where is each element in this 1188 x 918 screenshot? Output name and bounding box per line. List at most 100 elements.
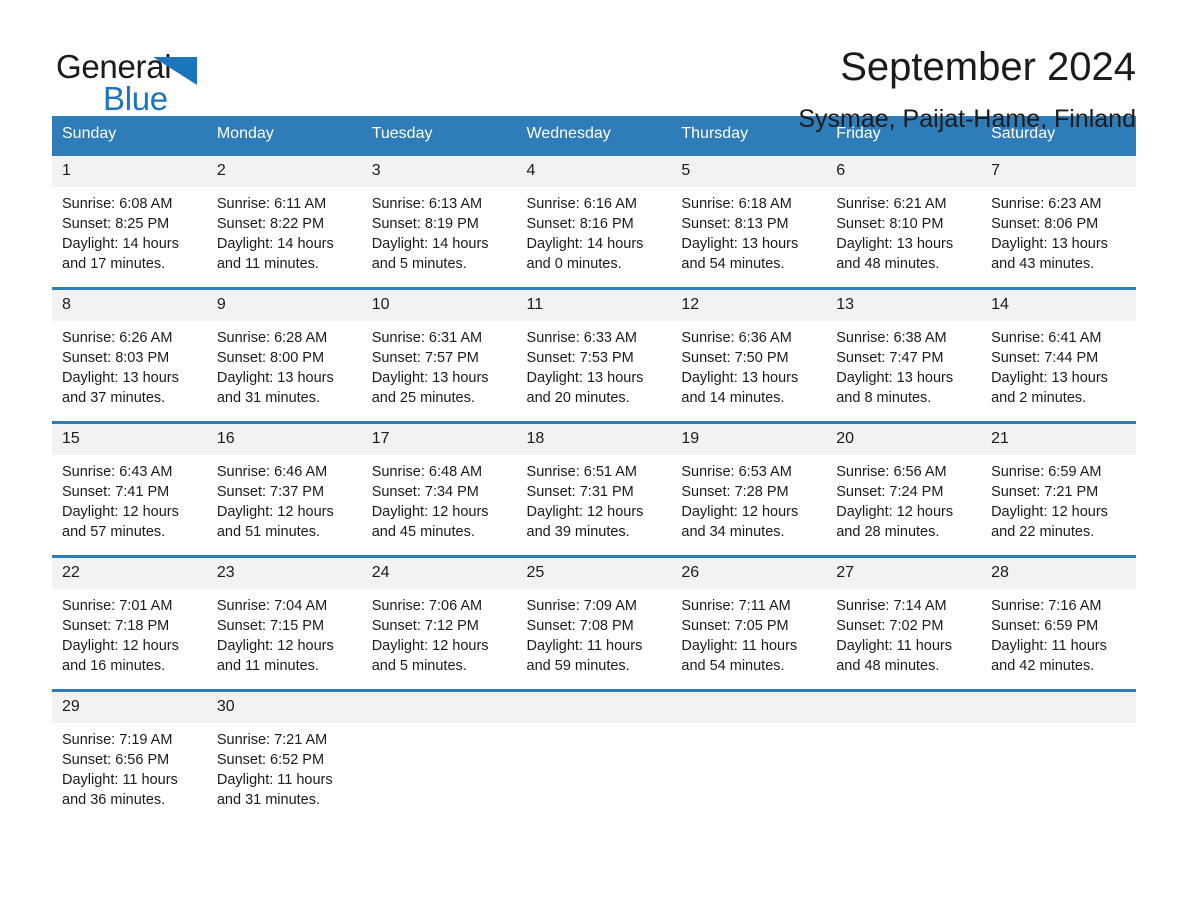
calendar-day-cell[interactable]: 8 Sunrise: 6:26 AM Sunset: 8:03 PM Daylight…	[52, 287, 207, 423]
day-number	[516, 692, 672, 723]
calendar-day-cell[interactable]: 9 Sunrise: 6:28 AM Sunset: 8:00 PM Daylight…	[206, 287, 362, 423]
day-number: 25	[516, 558, 672, 589]
calendar-day-cell[interactable]: 22 Sunrise: 7:01 AM Sunset: 7:18 PM Dayligh…	[52, 555, 207, 691]
brand-logo[interactable]: General Blue	[56, 44, 216, 120]
daylight-text-line2: and 39 minutes.	[526, 524, 630, 540]
day-number: 9	[206, 290, 362, 321]
day-number: 14	[981, 290, 1136, 321]
calendar-day-cell[interactable]: 24 Sunrise: 7:06 AM Sunset: 7:12 PM Dayligh…	[361, 555, 517, 691]
daylight-text-line1: Daylight: 13 hours	[526, 370, 644, 386]
calendar-day-cell[interactable]: 11 Sunrise: 6:33 AM Sunset: 7:53 PM Dayligh…	[516, 287, 672, 423]
sunrise-text: Sunrise: 7:19 AM	[62, 732, 173, 748]
daylight-text-line1: Daylight: 12 hours	[371, 504, 489, 520]
day-details: Sunrise: 6:26 AM Sunset: 8:03 PM Daylight:…	[52, 321, 207, 408]
sunset-text: Sunset: 7:53 PM	[526, 350, 634, 366]
daylight-text-line1: Daylight: 13 hours	[991, 236, 1108, 252]
calendar-day-cell-empty	[671, 689, 827, 823]
calendar-day-cell[interactable]: 14 Sunrise: 6:41 AM Sunset: 7:44 PM Dayligh…	[981, 287, 1136, 423]
sunrise-text: Sunrise: 6:43 AM	[62, 464, 173, 480]
calendar-day-cell[interactable]: 3 Sunrise: 6:13 AM Sunset: 8:19 PM Daylight…	[361, 153, 517, 289]
calendar-day-cell[interactable]: 15 Sunrise: 6:43 AM Sunset: 7:41 PM Dayligh…	[52, 421, 207, 557]
daylight-text-line2: and 48 minutes.	[836, 658, 940, 674]
daylight-text-line2: and 11 minutes.	[216, 658, 319, 674]
day-number: 15	[52, 424, 207, 455]
calendar-day-cell[interactable]: 12 Sunrise: 6:36 AM Sunset: 7:50 PM Dayligh…	[671, 287, 827, 423]
daylight-text-line1: Daylight: 11 hours	[216, 772, 333, 788]
calendar-day-cell[interactable]: 17 Sunrise: 6:48 AM Sunset: 7:34 PM Dayligh…	[361, 421, 517, 557]
sunrise-text: Sunrise: 6:23 AM	[991, 196, 1102, 212]
day-number: 19	[671, 424, 827, 455]
sunrise-text: Sunrise: 7:14 AM	[836, 598, 947, 614]
sunrise-text: Sunrise: 6:48 AM	[371, 464, 483, 480]
sunrise-text: Sunrise: 7:21 AM	[216, 732, 328, 748]
daylight-text-line2: and 5 minutes.	[371, 658, 467, 674]
daylight-text-line1: Daylight: 12 hours	[681, 504, 799, 520]
calendar-day-cell[interactable]: 16 Sunrise: 6:46 AM Sunset: 7:37 PM Dayligh…	[206, 421, 362, 557]
daylight-text-line1: Daylight: 13 hours	[836, 236, 954, 252]
daylight-text-line1: Daylight: 14 hours	[62, 236, 179, 252]
calendar-day-cell[interactable]: 1 Sunrise: 6:08 AM Sunset: 8:25 PM Daylight…	[52, 153, 207, 289]
calendar-day-cell[interactable]: 18 Sunrise: 6:51 AM Sunset: 7:31 PM Dayligh…	[516, 421, 672, 557]
calendar-day-cell[interactable]: 6 Sunrise: 6:21 AM Sunset: 8:10 PM Daylight…	[826, 153, 982, 289]
calendar-day-cell[interactable]: 13 Sunrise: 6:38 AM Sunset: 7:47 PM Dayligh…	[826, 287, 982, 423]
daylight-text-line2: and 28 minutes.	[836, 524, 940, 540]
daylight-text-line1: Daylight: 14 hours	[216, 236, 334, 252]
calendar-day-cell[interactable]: 26 Sunrise: 7:11 AM Sunset: 7:05 PM Dayligh…	[671, 555, 827, 691]
daylight-text-line1: Daylight: 11 hours	[836, 638, 953, 654]
sunset-text: Sunset: 7:28 PM	[681, 484, 789, 500]
sunset-text: Sunset: 8:10 PM	[836, 216, 944, 232]
day-number	[361, 692, 517, 723]
sunrise-text: Sunrise: 6:28 AM	[216, 330, 328, 346]
day-number: 6	[826, 156, 982, 187]
calendar-day-cell[interactable]: 19 Sunrise: 6:53 AM Sunset: 7:28 PM Dayligh…	[671, 421, 827, 557]
calendar-day-cell[interactable]: 2 Sunrise: 6:11 AM Sunset: 8:22 PM Daylight…	[206, 153, 362, 289]
daylight-text-line1: Daylight: 13 hours	[371, 370, 489, 386]
daylight-text-line1: Daylight: 13 hours	[681, 236, 799, 252]
sunset-text: Sunset: 7:12 PM	[371, 618, 479, 634]
sunrise-text: Sunrise: 7:01 AM	[62, 598, 173, 614]
daylight-text-line2: and 36 minutes.	[62, 792, 166, 808]
daylight-text-line2: and 51 minutes.	[216, 524, 321, 540]
calendar-day-cell[interactable]: 5 Sunrise: 6:18 AM Sunset: 8:13 PM Daylight…	[671, 153, 827, 289]
calendar-day-cell[interactable]: 29 Sunrise: 7:19 AM Sunset: 6:56 PM Dayligh…	[52, 689, 207, 823]
calendar-day-cell[interactable]: 30 Sunrise: 7:21 AM Sunset: 6:52 PM Dayligh…	[206, 689, 362, 823]
day-number: 1	[52, 156, 207, 187]
day-number: 28	[981, 558, 1136, 589]
day-details: Sunrise: 7:21 AM Sunset: 6:52 PM Daylight:…	[207, 723, 362, 810]
day-details: Sunrise: 6:53 AM Sunset: 7:28 PM Daylight:…	[671, 455, 826, 542]
daylight-text-line2: and 48 minutes.	[836, 256, 940, 272]
calendar-day-cell-empty	[516, 689, 672, 823]
sunset-text: Sunset: 7:15 PM	[216, 618, 325, 634]
sunrise-text: Sunrise: 6:56 AM	[836, 464, 947, 480]
daylight-text-line1: Daylight: 11 hours	[991, 638, 1107, 654]
calendar-page: General Blue September 2024 Sysmae, Paij…	[0, 0, 1188, 918]
calendar-day-cell[interactable]: 20 Sunrise: 6:56 AM Sunset: 7:24 PM Dayligh…	[826, 421, 982, 557]
day-number: 2	[206, 156, 362, 187]
sunset-text: Sunset: 7:02 PM	[836, 618, 944, 634]
calendar-day-cell[interactable]: 7 Sunrise: 6:23 AM Sunset: 8:06 PM Daylight…	[981, 153, 1136, 289]
day-details: Sunrise: 6:33 AM Sunset: 7:53 PM Daylight:…	[517, 321, 672, 408]
weekday-header-sunday: Sunday	[52, 116, 207, 155]
daylight-text-line1: Daylight: 12 hours	[62, 504, 179, 520]
calendar-day-cell[interactable]: 25 Sunrise: 7:09 AM Sunset: 7:08 PM Dayligh…	[516, 555, 672, 691]
calendar-day-cell[interactable]: 10 Sunrise: 6:31 AM Sunset: 7:57 PM Dayligh…	[361, 287, 517, 423]
day-number: 8	[52, 290, 207, 321]
calendar-day-cell[interactable]: 4 Sunrise: 6:16 AM Sunset: 8:16 PM Daylight…	[516, 153, 672, 289]
day-details: Sunrise: 6:08 AM Sunset: 8:25 PM Daylight:…	[52, 187, 207, 274]
calendar-day-cell[interactable]: 28 Sunrise: 7:16 AM Sunset: 6:59 PM Dayligh…	[981, 555, 1136, 691]
daylight-text-line1: Daylight: 12 hours	[62, 638, 179, 654]
daylight-text-line2: and 59 minutes.	[526, 658, 630, 674]
sunrise-text: Sunrise: 6:51 AM	[526, 464, 637, 480]
daylight-text-line2: and 43 minutes.	[991, 256, 1095, 272]
daylight-text-line1: Daylight: 13 hours	[681, 370, 799, 386]
day-number	[671, 692, 827, 723]
calendar-day-cell[interactable]: 21 Sunrise: 6:59 AM Sunset: 7:21 PM Dayligh…	[981, 421, 1136, 557]
calendar-week-row: 15 Sunrise: 6:43 AM Sunset: 7:41 PM Dayligh…	[52, 421, 1136, 557]
sunrise-text: Sunrise: 6:26 AM	[62, 330, 173, 346]
daylight-text-line2: and 37 minutes.	[62, 390, 166, 406]
calendar-day-cell[interactable]: 23 Sunrise: 7:04 AM Sunset: 7:15 PM Dayligh…	[206, 555, 362, 691]
sunrise-text: Sunrise: 6:33 AM	[526, 330, 637, 346]
calendar-day-cell[interactable]: 27 Sunrise: 7:14 AM Sunset: 7:02 PM Dayligh…	[826, 555, 982, 691]
sunrise-text: Sunrise: 7:11 AM	[681, 598, 791, 614]
daylight-text-line1: Daylight: 12 hours	[216, 638, 334, 654]
